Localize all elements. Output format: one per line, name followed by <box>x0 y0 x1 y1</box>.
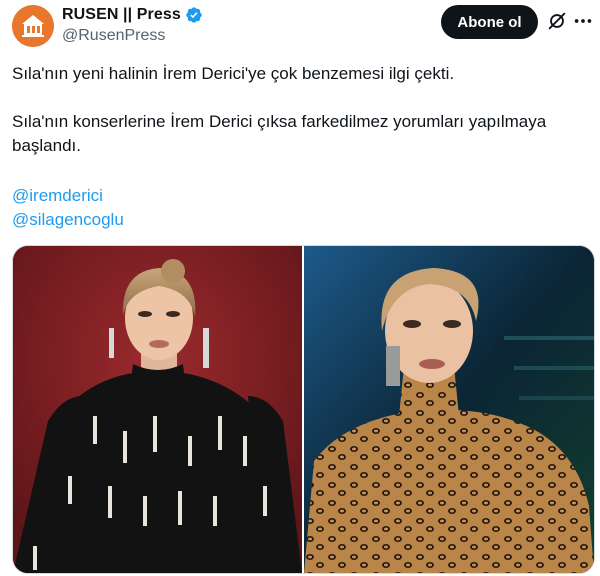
tweet: RUSEN || Press @RusenPress Abone ol Sıla… <box>0 0 600 576</box>
photo-image <box>13 246 302 573</box>
more-horizontal-icon[interactable] <box>572 10 594 32</box>
mention-link[interactable]: @iremderici <box>12 184 103 208</box>
verified-badge-icon <box>186 7 202 23</box>
author-name-row[interactable]: RUSEN || Press <box>62 6 203 24</box>
tweet-paragraph: Sıla'nın konserlerine İrem Derici çıksa … <box>12 112 547 155</box>
media-photo[interactable] <box>304 246 594 573</box>
follow-button[interactable]: Abone ol <box>441 5 538 39</box>
avatar-logo-icon <box>12 5 54 47</box>
avatar[interactable] <box>12 5 54 47</box>
display-name[interactable]: RUSEN || Press <box>62 6 181 24</box>
media-photo[interactable] <box>13 246 302 573</box>
grok-slash-circle-icon[interactable] <box>546 10 568 32</box>
photo-image <box>304 246 594 573</box>
handle[interactable]: @RusenPress <box>62 27 165 45</box>
media-grid <box>12 245 595 574</box>
mention-link[interactable]: @silagencoglu <box>12 208 124 232</box>
tweet-paragraph: Sıla'nın yeni halinin İrem Derici'ye çok… <box>12 64 455 83</box>
